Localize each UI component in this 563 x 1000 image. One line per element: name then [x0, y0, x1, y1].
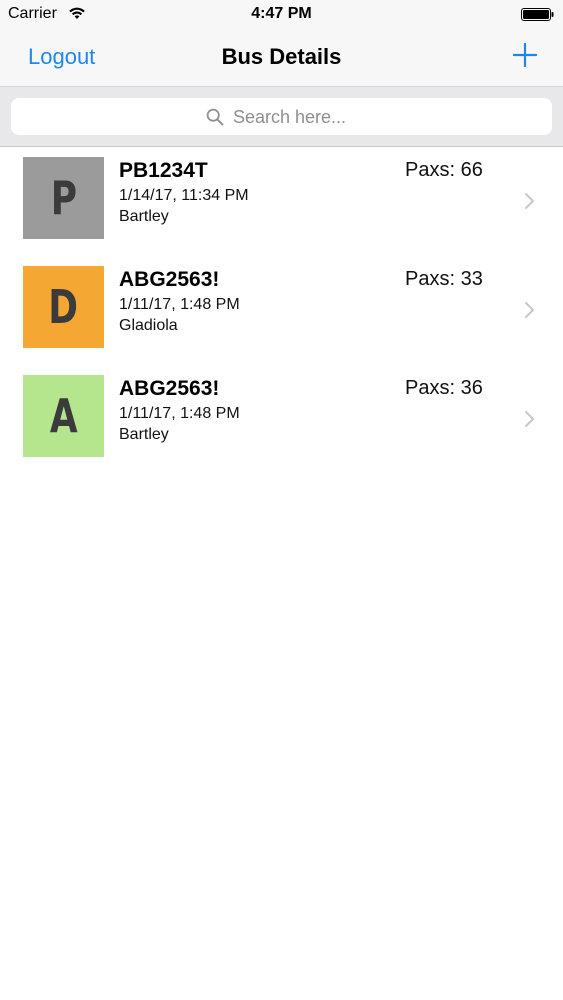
- bus-avatar: D: [23, 266, 104, 348]
- bus-list-item[interactable]: P PB1234T 1/14/17, 11:34 PM Bartley Paxs…: [0, 147, 563, 256]
- bus-list: P PB1234T 1/14/17, 11:34 PM Bartley Paxs…: [0, 147, 563, 474]
- bus-avatar: A: [23, 375, 104, 457]
- search-bar-container: [0, 86, 563, 147]
- chevron-right-icon: [525, 411, 534, 427]
- chevron-right-icon: [525, 193, 534, 209]
- passenger-count: Paxs: 36: [405, 377, 483, 399]
- avatar-letter: P: [50, 171, 77, 225]
- avatar-letter: D: [48, 280, 79, 334]
- search-icon: [206, 108, 224, 126]
- bus-list-item[interactable]: A ABG2563! 1/11/17, 1:48 PM Bartley Paxs…: [0, 365, 563, 474]
- add-icon[interactable]: [513, 43, 537, 67]
- passenger-count: Paxs: 66: [405, 159, 483, 181]
- bus-date: 1/11/17, 1:48 PM: [119, 405, 240, 422]
- avatar-letter: A: [49, 389, 78, 443]
- chevron-right-icon: [525, 302, 534, 318]
- status-time: 4:47 PM: [251, 5, 312, 22]
- page-title: Bus Details: [221, 44, 342, 69]
- bus-location: Gladiola: [119, 317, 178, 334]
- bus-date: 1/11/17, 1:48 PM: [119, 296, 240, 313]
- search-input[interactable]: [233, 104, 533, 130]
- bus-location: Bartley: [119, 208, 169, 225]
- bus-date: 1/14/17, 11:34 PM: [119, 187, 249, 204]
- battery-icon: [521, 8, 554, 21]
- bus-avatar: P: [23, 157, 104, 239]
- search-bar[interactable]: [11, 98, 552, 135]
- bus-list-item[interactable]: D ABG2563! 1/11/17, 1:48 PM Gladiola Pax…: [0, 256, 563, 365]
- bus-number: ABG2563!: [119, 377, 220, 400]
- status-bar: Carrier 4:47 PM: [0, 0, 563, 30]
- bus-location: Bartley: [119, 426, 169, 443]
- bus-number: ABG2563!: [119, 268, 220, 291]
- passenger-count: Paxs: 33: [405, 268, 483, 290]
- bus-number: PB1234T: [119, 159, 208, 182]
- navigation-bar: Logout Bus Details: [0, 30, 563, 86]
